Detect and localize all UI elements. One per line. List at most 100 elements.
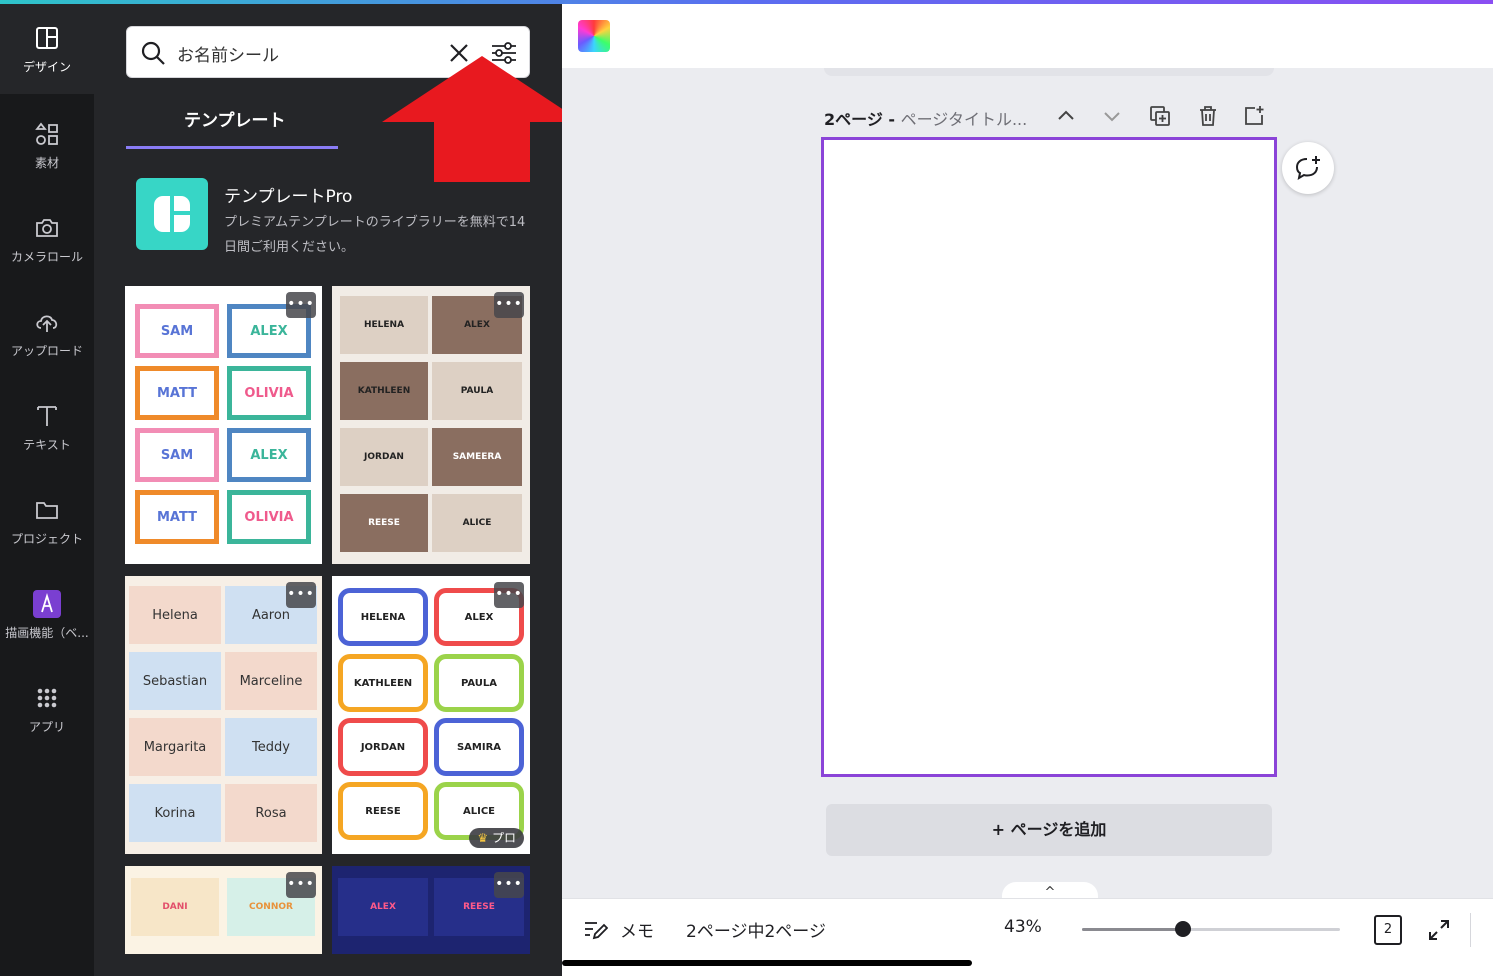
zoom-slider-thumb[interactable] xyxy=(1174,921,1191,937)
fullscreen-icon[interactable] xyxy=(1426,917,1452,943)
name-card: DANI xyxy=(131,878,219,936)
trash-icon[interactable] xyxy=(1196,104,1220,128)
name-card: KATHLEEN xyxy=(338,654,428,712)
rail-item-label: カメラロール xyxy=(10,249,83,264)
rail-item-apps[interactable]: アプリ xyxy=(0,664,94,754)
notes-label[interactable]: メモ xyxy=(620,917,654,942)
add-comment-button[interactable] xyxy=(1282,142,1334,194)
notes-icon[interactable] xyxy=(582,917,608,943)
canva-editor-screen: デザイン 素材 カメラロール アップロード テキスト プロジェクト 描画機能（ベ… xyxy=(0,0,1493,976)
pro-badge-label: プロ xyxy=(491,831,516,845)
name-card: ALICE xyxy=(432,494,522,552)
pro-promo[interactable]: テンプレートPro プレミアムテンプレートのライブラリーを無料で14日間ご利用く… xyxy=(136,176,536,266)
add-page-icon[interactable] xyxy=(1242,104,1266,128)
rail-item-text[interactable]: テキスト xyxy=(0,382,94,472)
crown-icon: ♛ xyxy=(477,831,489,845)
rail-item-label: プロジェクト xyxy=(10,531,83,546)
name-card: SAM xyxy=(135,304,219,358)
name-card: SAMIRA xyxy=(434,718,524,776)
name-card: OLIVIA xyxy=(227,490,311,544)
chevron-up-icon[interactable] xyxy=(1054,104,1078,128)
previous-page-edge xyxy=(824,68,1274,76)
chevron-down-icon[interactable] xyxy=(1100,104,1124,128)
rail-item-elements[interactable]: 素材 xyxy=(0,100,94,190)
name-card: ALEX xyxy=(227,428,311,482)
more-options-button[interactable]: ••• xyxy=(494,582,524,608)
promo-description: プレミアムテンプレートのライブラリーを無料で14日間ご利用ください。 xyxy=(224,215,526,255)
more-options-button[interactable]: ••• xyxy=(494,292,524,318)
name-card: HELENA xyxy=(338,588,428,646)
name-card: Teddy xyxy=(225,718,317,776)
template-tile[interactable]: SAM ALEX MATT OLIVIA SAM ALEX MATT OLIVI… xyxy=(125,286,322,564)
design-canvas[interactable] xyxy=(821,137,1277,777)
page-count-button[interactable]: 2 xyxy=(1374,915,1402,945)
rail-item-label: 描画機能（ベ... xyxy=(5,625,89,640)
name-card: ALEX xyxy=(338,878,428,936)
name-card: Margarita xyxy=(129,718,221,776)
home-indicator xyxy=(562,960,972,966)
editor-topbar xyxy=(562,4,1493,68)
bottombar-divider xyxy=(1470,913,1471,947)
rail-item-label: アプリ xyxy=(28,719,65,734)
apps-grid-icon xyxy=(37,688,57,707)
page-number-label: 2ページ - xyxy=(824,110,901,129)
more-options-button[interactable]: ••• xyxy=(494,872,524,898)
name-card: OLIVIA xyxy=(227,366,311,420)
name-card: REESE xyxy=(340,494,428,552)
name-card: HELENA xyxy=(340,296,428,354)
page-status: 2ページ中2ページ xyxy=(686,922,826,942)
pro-template-icon xyxy=(154,196,190,232)
tab-templates[interactable]: テンプレート xyxy=(184,106,286,131)
color-palette-icon[interactable] xyxy=(578,20,610,52)
search-icon xyxy=(141,41,165,65)
camera-icon xyxy=(36,218,58,237)
name-card: MATT xyxy=(135,490,219,544)
active-tab-underline xyxy=(126,146,338,149)
more-options-button[interactable]: ••• xyxy=(286,292,316,318)
zoom-slider-fill xyxy=(1082,928,1183,931)
pro-logo xyxy=(136,178,208,250)
page-header: 2ページ - ページタイトル... xyxy=(824,102,1284,132)
folder-icon xyxy=(36,501,58,519)
template-panel: テンプレート ト テンプレートPro プレミアムテンプレートのライブラリーを無料… xyxy=(94,4,582,976)
rail-item-label: デザイン xyxy=(22,59,71,74)
rail-item-label: 素材 xyxy=(34,155,59,170)
rail-item-label: テキスト xyxy=(23,437,71,452)
pro-badge: ♛ プロ xyxy=(469,828,524,848)
name-card: MATT xyxy=(135,366,219,420)
rail-item-design[interactable]: デザイン xyxy=(0,4,94,94)
rail-item-projects[interactable]: プロジェクト xyxy=(0,476,94,566)
zoom-slider[interactable] xyxy=(1082,921,1340,937)
draw-icon xyxy=(33,589,61,618)
page-title-placeholder: ページタイトル... xyxy=(900,110,1028,129)
template-tile[interactable]: HELENA ALEX KATHLEEN PAULA JORDAN SAMEER… xyxy=(332,286,530,564)
cloud-upload-icon xyxy=(36,314,58,332)
layout-icon xyxy=(36,26,58,49)
template-tile[interactable]: HELENA ALEX KATHLEEN PAULA JORDAN SAMIRA… xyxy=(332,576,530,854)
rail-item-camera-roll[interactable]: カメラロール xyxy=(0,194,94,284)
add-page-button[interactable]: + ページを追加 xyxy=(826,804,1272,856)
more-options-button[interactable]: ••• xyxy=(286,582,316,608)
name-card: PAULA xyxy=(434,654,524,712)
more-options-button[interactable]: ••• xyxy=(286,872,316,898)
name-card: SAM xyxy=(135,428,219,482)
name-card: JORDAN xyxy=(338,718,428,776)
name-card: KATHLEEN xyxy=(340,362,428,420)
duplicate-page-icon[interactable] xyxy=(1148,104,1172,128)
name-card: Korina xyxy=(129,784,221,842)
template-tile[interactable]: DANI CONNOR ••• xyxy=(125,866,322,954)
template-tile[interactable]: Helena Aaron Sebastian Marceline Margari… xyxy=(125,576,322,854)
name-card: JORDAN xyxy=(340,428,428,486)
template-tile[interactable]: ALEX REESE ••• xyxy=(332,866,530,954)
name-card: PAULA xyxy=(432,362,522,420)
rail-item-uploads[interactable]: アップロード xyxy=(0,288,94,378)
page-label[interactable]: 2ページ - ページタイトル... xyxy=(824,106,1027,130)
editor-area: 2ページ - ページタイトル... + ページを追加 ^ メモ 2ページ中2ペー… xyxy=(562,4,1493,976)
name-card: Marceline xyxy=(225,652,317,710)
name-card: Helena xyxy=(129,586,221,644)
comment-plus-icon xyxy=(1295,156,1320,181)
promo-title: テンプレートPro xyxy=(224,187,353,207)
name-card: REESE xyxy=(338,782,428,840)
zoom-level[interactable]: 43% xyxy=(1004,917,1042,937)
rail-item-draw[interactable]: 描画機能（ベ... xyxy=(0,570,94,660)
